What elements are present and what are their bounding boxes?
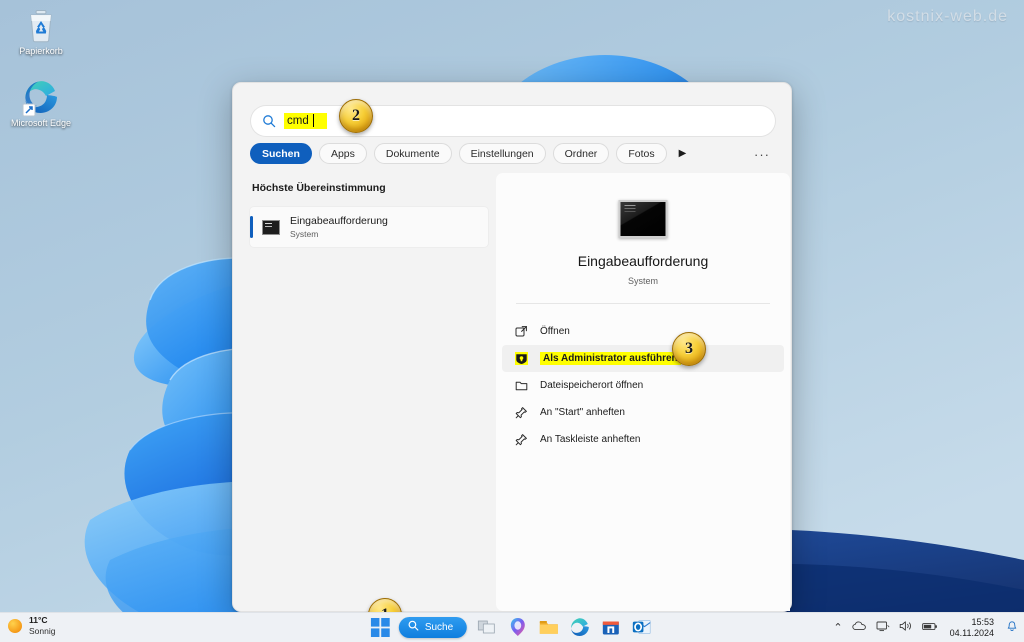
action-run-as-administrator[interactable]: Als Administrator ausführen xyxy=(502,345,784,372)
action-label: An Taskleiste anheften xyxy=(540,434,641,445)
action-label: An "Start" anheften xyxy=(540,407,625,418)
desktop-icon-label: Papierkorb xyxy=(19,46,63,56)
search-result-title: Eingabeaufforderung xyxy=(290,214,388,227)
microsoft-store-icon[interactable] xyxy=(600,616,622,638)
system-tray: ⌃ 15:53 04.11.2024 xyxy=(833,613,1018,642)
action-label: Öffnen xyxy=(540,326,570,337)
step-badge-2: 2 xyxy=(339,99,373,133)
action-pin-to-start[interactable]: An "Start" anheften xyxy=(502,399,784,426)
desktop-icon-label: Microsoft Edge xyxy=(10,118,72,128)
action-label: Als Administrator ausführen xyxy=(540,352,681,365)
recycle-bin-icon xyxy=(2,4,80,46)
step-badge-3: 3 xyxy=(672,332,706,366)
site-watermark: kostnix-web.de xyxy=(887,8,1008,25)
windows-start-icon[interactable] xyxy=(370,617,390,637)
taskbar-center-group: Suche xyxy=(370,616,653,638)
tab-dokumente[interactable]: Dokumente xyxy=(373,143,452,164)
preview-divider xyxy=(516,303,770,304)
search-options-menu-button[interactable]: ··· xyxy=(754,147,770,162)
search-input-value: cmd xyxy=(284,113,327,129)
search-icon xyxy=(262,114,276,128)
preview-action-list: Öffnen Als Administrator ausführen Datei… xyxy=(502,318,784,453)
sun-icon xyxy=(8,619,22,633)
taskbar-clock[interactable]: 15:53 04.11.2024 xyxy=(950,617,994,639)
pin-icon xyxy=(515,433,528,446)
taskbar-weather-widget[interactable]: 11°C Sonnig xyxy=(8,615,55,637)
search-filter-tabs: Suchen Apps Dokumente Einstellungen Ordn… xyxy=(250,143,686,164)
tab-suchen[interactable]: Suchen xyxy=(250,143,312,164)
taskbar-search-button[interactable]: Suche xyxy=(398,616,468,638)
search-input[interactable]: cmd xyxy=(251,106,775,136)
tab-fotos[interactable]: Fotos xyxy=(616,143,667,164)
weather-condition: Sonnig xyxy=(29,626,56,636)
action-label: Dateispeicherort öffnen xyxy=(540,380,644,391)
best-match-header: Höchste Übereinstimmung xyxy=(252,182,386,194)
action-pin-to-taskbar[interactable]: An Taskleiste anheften xyxy=(502,426,784,453)
action-open-file-location[interactable]: Dateispeicherort öffnen xyxy=(502,372,784,399)
taskbar: 11°C Sonnig Suche ⌃ 15:53 04.11.2024 xyxy=(0,612,1024,642)
file-explorer-icon[interactable] xyxy=(538,616,560,638)
tabs-next-arrow-icon[interactable]: ▶ xyxy=(679,148,687,159)
tray-expand-chevron-icon[interactable]: ⌃ xyxy=(833,622,842,634)
weather-temperature: 11°C xyxy=(29,615,48,625)
search-icon xyxy=(408,620,419,634)
weather-text: 11°C Sonnig xyxy=(29,615,55,637)
search-result-item[interactable]: Eingabeaufforderung System xyxy=(250,207,488,247)
desktop-screen: kostnix-web.de Papierkorb Microsoft Edge… xyxy=(0,0,1024,642)
outlook-icon[interactable] xyxy=(631,616,653,638)
search-preview-panel: Eingabeaufforderung System Öffnen Als Ad… xyxy=(496,173,790,611)
command-prompt-icon xyxy=(618,200,668,238)
preview-subtitle: System xyxy=(627,276,658,286)
tab-apps[interactable]: Apps xyxy=(318,143,367,164)
tab-ordner[interactable]: Ordner xyxy=(552,143,610,164)
battery-icon[interactable] xyxy=(921,619,938,637)
volume-icon[interactable] xyxy=(899,619,913,637)
search-result-text: Eingabeaufforderung System xyxy=(290,215,388,240)
selection-accent-bar xyxy=(250,216,253,238)
search-box-row: cmd xyxy=(251,106,775,136)
network-icon[interactable] xyxy=(876,619,890,637)
folder-icon xyxy=(515,379,528,392)
clock-date: 04.11.2024 xyxy=(949,628,994,638)
taskbar-search-label: Suche xyxy=(424,621,454,633)
desktop-icon-microsoft-edge[interactable]: Microsoft Edge xyxy=(2,76,80,129)
command-prompt-icon xyxy=(262,219,280,235)
open-external-icon xyxy=(515,325,528,338)
shield-admin-icon xyxy=(515,352,528,365)
copilot-icon[interactable] xyxy=(507,616,529,638)
preview-title: Eingabeaufforderung xyxy=(577,253,709,269)
desktop-icon-recycle-bin[interactable]: Papierkorb xyxy=(2,4,80,57)
clock-time: 15:53 xyxy=(971,617,994,627)
search-result-subtitle: System xyxy=(290,228,319,239)
edge-icon xyxy=(2,76,80,118)
onedrive-icon[interactable] xyxy=(851,619,867,637)
action-open[interactable]: Öffnen xyxy=(502,318,784,345)
bell-icon[interactable] xyxy=(1006,619,1018,637)
pin-icon xyxy=(515,406,528,419)
edge-icon[interactable] xyxy=(569,616,591,638)
task-view-icon[interactable] xyxy=(476,616,498,638)
tab-einstellungen[interactable]: Einstellungen xyxy=(458,143,546,164)
